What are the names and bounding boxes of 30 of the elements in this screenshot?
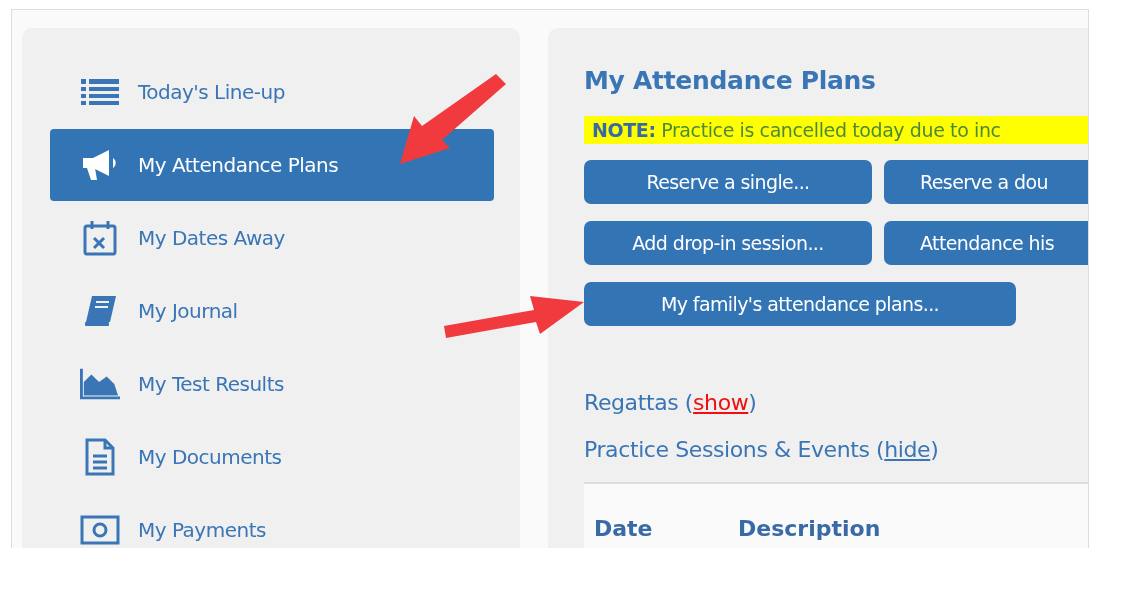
nav-item[interactable]: My Attendance Plans [50,129,494,201]
nav-label: My Test Results [138,372,284,396]
column-header: Date [594,516,653,541]
action-button[interactable]: Reserve a single... [584,160,872,204]
nav-item[interactable]: My Test Results [50,348,494,420]
note-banner: NOTE: Practice is cancelled today due to inc [584,116,1088,144]
nav-label: My Dates Away [138,226,285,250]
action-button[interactable]: My family's attendance plans... [584,282,1016,326]
action-button[interactable]: Reserve a dou [884,160,1088,204]
toggle-link[interactable]: show [693,390,749,415]
action-button[interactable]: Attendance his [884,221,1088,265]
nav-label: My Attendance Plans [138,153,339,177]
nav-item[interactable]: My Dates Away [50,202,494,274]
nav-item[interactable]: My Documents [50,421,494,493]
nav-item[interactable]: Today's Line-up [50,56,494,128]
list-icon [80,77,120,107]
nav-label: Today's Line-up [138,80,285,104]
page-title: My Attendance Plans [584,66,877,97]
toggle-link[interactable]: hide [884,437,931,462]
nav-label: My Payments [138,518,266,542]
nav-label: My Journal [138,299,238,323]
nav-label: My Documents [138,445,282,469]
column-header: Description [738,516,881,541]
area-chart-icon [80,368,120,400]
banknote-icon [80,515,120,545]
nav-item[interactable]: My Journal [50,275,494,347]
action-button[interactable]: Add drop-in session... [584,221,872,265]
nav-item[interactable]: My Payments [50,494,494,548]
section-heading: Practice Sessions & Events (hide) [584,437,940,462]
section-heading: Regattas (show) [584,390,758,415]
